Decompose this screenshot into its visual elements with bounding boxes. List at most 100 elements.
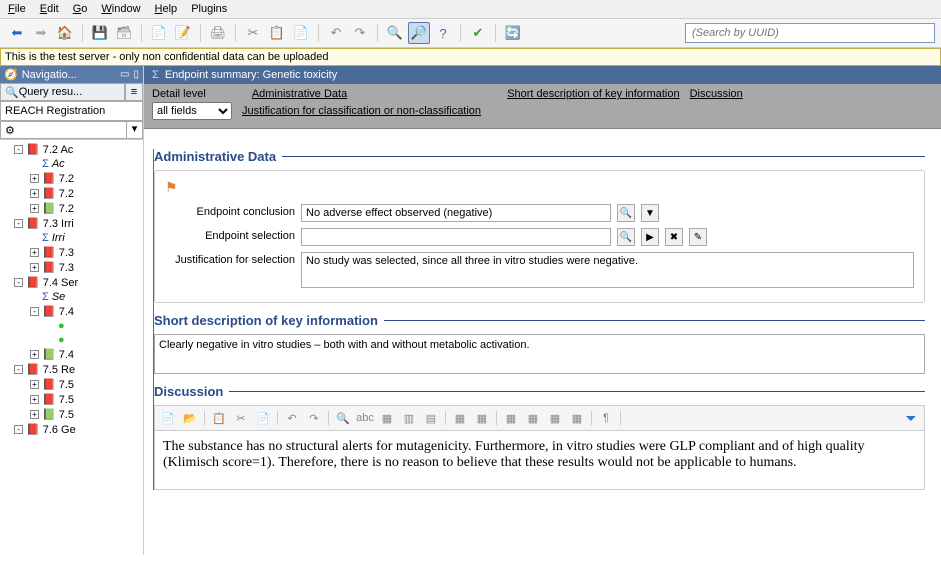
tree-node-7-4-se[interactable]: ΣSe (0, 290, 143, 304)
add-selection-icon[interactable]: ▶ (641, 228, 659, 246)
tree-node-7-2-ac[interactable]: ΣAc (0, 157, 143, 171)
rtb-new-icon[interactable]: 📄 (158, 409, 178, 427)
print-icon[interactable]: 🖨 (207, 22, 229, 44)
flag-icon[interactable]: ⚑ (165, 179, 178, 196)
tree-node-7-4[interactable]: -📕7.4 Ser (0, 275, 143, 290)
edit-doc-icon[interactable]: 📝 (172, 22, 194, 44)
redo-icon[interactable]: ↷ (349, 22, 371, 44)
new-doc-icon[interactable]: 📄 (148, 22, 170, 44)
cut-icon[interactable]: ✂ (242, 22, 264, 44)
delete-selection-icon[interactable]: ✖ (665, 228, 683, 246)
tree-node-7-2-a[interactable]: +📕7.2 (0, 171, 143, 186)
input-endpoint-selection[interactable] (301, 228, 611, 246)
rtb-pilcrow-icon[interactable]: ¶ (596, 409, 616, 427)
rtb-split-icon[interactable]: ▦ (472, 409, 492, 427)
rtb-props-icon[interactable]: ▦ (567, 409, 587, 427)
rtb-merge-icon[interactable]: ▦ (450, 409, 470, 427)
dropdown-conclusion-icon[interactable]: ▼ (641, 204, 659, 222)
toolbar: ⬅ ➡ 🏠 💾 🗃 📄 📝 🖨 ✂ 📋 📄 ↶ ↷ 🔍 🔎 ? ✔ 🔄 (0, 19, 941, 48)
link-justification[interactable]: Justification for classification or non-… (242, 105, 481, 117)
endpoint-header: Σ Endpoint summary: Genetic toxicity (144, 66, 941, 84)
discussion-field[interactable]: The substance has no structural alerts f… (154, 430, 925, 490)
link-admin-data[interactable]: Administrative Data (252, 88, 347, 100)
tree-node-7-2-c[interactable]: +📗7.2 (0, 201, 143, 216)
tree-node-7-5-a[interactable]: +📕7.5 (0, 377, 143, 392)
sync-icon[interactable]: 🔄 (502, 22, 524, 44)
tab-overflow-icon[interactable]: ≡ (125, 83, 143, 101)
rtb-insrow-icon[interactable]: ▥ (399, 409, 419, 427)
reach-registration-row[interactable]: REACH Registration (0, 101, 143, 121)
tree-node-7-4-a-1[interactable]: ● (0, 319, 143, 333)
save-all-icon[interactable]: 🗃 (113, 22, 135, 44)
close-view-icon[interactable]: ▯ (133, 69, 139, 80)
input-endpoint-conclusion[interactable]: No adverse effect observed (negative) (301, 204, 611, 222)
minimize-icon[interactable]: ▭ (120, 69, 129, 80)
section-admin-title: Administrative Data (154, 149, 925, 164)
menu-plugins[interactable]: Plugins (191, 3, 227, 15)
tree-node-7-3[interactable]: -📕7.3 Irri (0, 216, 143, 231)
tree-node-7-6[interactable]: -📕7.6 Ge (0, 422, 143, 437)
copy-icon[interactable]: 📋 (266, 22, 288, 44)
input-justification-selection[interactable]: No study was selected, since all three i… (301, 252, 914, 288)
tree-node-7-3-irri[interactable]: ΣIrri (0, 231, 143, 245)
link-discussion[interactable]: Discussion (690, 88, 743, 100)
forward-icon[interactable]: ➡ (30, 22, 52, 44)
rtb-table-icon[interactable]: ▦ (377, 409, 397, 427)
rtb-delrow-icon[interactable]: ▦ (501, 409, 521, 427)
filter-toolbar-icon[interactable]: ⚙ (1, 122, 126, 138)
menu-file[interactable]: File (8, 3, 26, 15)
menu-window[interactable]: Window (101, 3, 140, 15)
lookup-conclusion-icon[interactable]: 🔍 (617, 204, 635, 222)
link-short-desc[interactable]: Short description of key information (507, 88, 679, 100)
undo-icon[interactable]: ↶ (325, 22, 347, 44)
lookup-selection-icon[interactable]: 🔍 (617, 228, 635, 246)
nav-icon: 🧭 (4, 68, 18, 81)
menu-help[interactable]: Help (155, 3, 178, 15)
rtb-search-icon[interactable]: 🔍 (333, 409, 353, 427)
main-panel: Σ Endpoint summary: Genetic toxicity Det… (144, 66, 941, 555)
rtb-expand-icon[interactable]: ⏷ (901, 409, 921, 427)
find-icon[interactable]: 🔍 (384, 22, 406, 44)
search-input[interactable] (685, 23, 935, 43)
tree-node-7-3-b[interactable]: +📕7.3 (0, 260, 143, 275)
menu-edit[interactable]: Edit (40, 3, 59, 15)
home-icon[interactable]: 🏠 (54, 22, 76, 44)
rtb-undo-icon[interactable]: ↶ (282, 409, 302, 427)
tree-node-7-5-b[interactable]: +📕7.5 (0, 392, 143, 407)
menu-go[interactable]: Go (73, 3, 88, 15)
tree-node-7-4-b[interactable]: +📗7.4 (0, 347, 143, 362)
tree-node-7-5[interactable]: -📕7.5 Re (0, 362, 143, 377)
menubar: File Edit Go Window Help Plugins (0, 0, 941, 19)
back-icon[interactable]: ⬅ (6, 22, 28, 44)
tree-node-7-5-c[interactable]: +📗7.5 (0, 407, 143, 422)
rtb-cut-icon[interactable]: ✂ (231, 409, 251, 427)
rtb-spell-icon[interactable]: abc (355, 409, 375, 427)
query-results-tab[interactable]: 🔍 Query resu... (0, 83, 125, 101)
rtb-inscol-icon[interactable]: ▤ (421, 409, 441, 427)
edit-selection-icon[interactable]: ✎ (689, 228, 707, 246)
save-icon[interactable]: 💾 (89, 22, 111, 44)
section-discussion-title: Discussion (154, 384, 925, 399)
inspect-icon[interactable]: 🔎 (408, 22, 430, 44)
rtb-deltbl-icon[interactable]: ▦ (545, 409, 565, 427)
tree-node-7-4-a[interactable]: -📕7.4 (0, 304, 143, 319)
tree-node-7-4-a-2[interactable]: ● (0, 333, 143, 347)
tree-view: -📕7.2 Ac ΣAc +📕7.2 +📕7.2 +📗7.2 -📕7.3 Irr… (0, 139, 143, 555)
rtb-copy-icon[interactable]: 📋 (209, 409, 229, 427)
tree-node-7-2-b[interactable]: +📕7.2 (0, 186, 143, 201)
rtb-paste-icon[interactable]: 📄 (253, 409, 273, 427)
rtb-open-icon[interactable]: 📂 (180, 409, 200, 427)
validate-icon[interactable]: ✔ (467, 22, 489, 44)
test-server-banner: This is the test server - only non confi… (0, 48, 941, 66)
filter-dropdown-icon[interactable]: ▾ (126, 122, 142, 138)
paste-icon[interactable]: 📄 (290, 22, 312, 44)
rtb-delcol-icon[interactable]: ▦ (523, 409, 543, 427)
rtb-redo-icon[interactable]: ↷ (304, 409, 324, 427)
lbl-endpoint-conclusion: Endpoint conclusion (165, 204, 295, 218)
short-description-field[interactable]: Clearly negative in vitro studies – both… (154, 334, 925, 374)
tree-node-7-3-a[interactable]: +📕7.3 (0, 245, 143, 260)
tree-node-7-2[interactable]: -📕7.2 Ac (0, 142, 143, 157)
detail-level-select[interactable]: all fields (152, 102, 232, 120)
rich-text-toolbar: 📄 📂 📋 ✂ 📄 ↶ ↷ 🔍 abc ▦ ▥ ▤ ▦ ▦ ▦ (154, 405, 925, 430)
help-icon[interactable]: ? (432, 22, 454, 44)
